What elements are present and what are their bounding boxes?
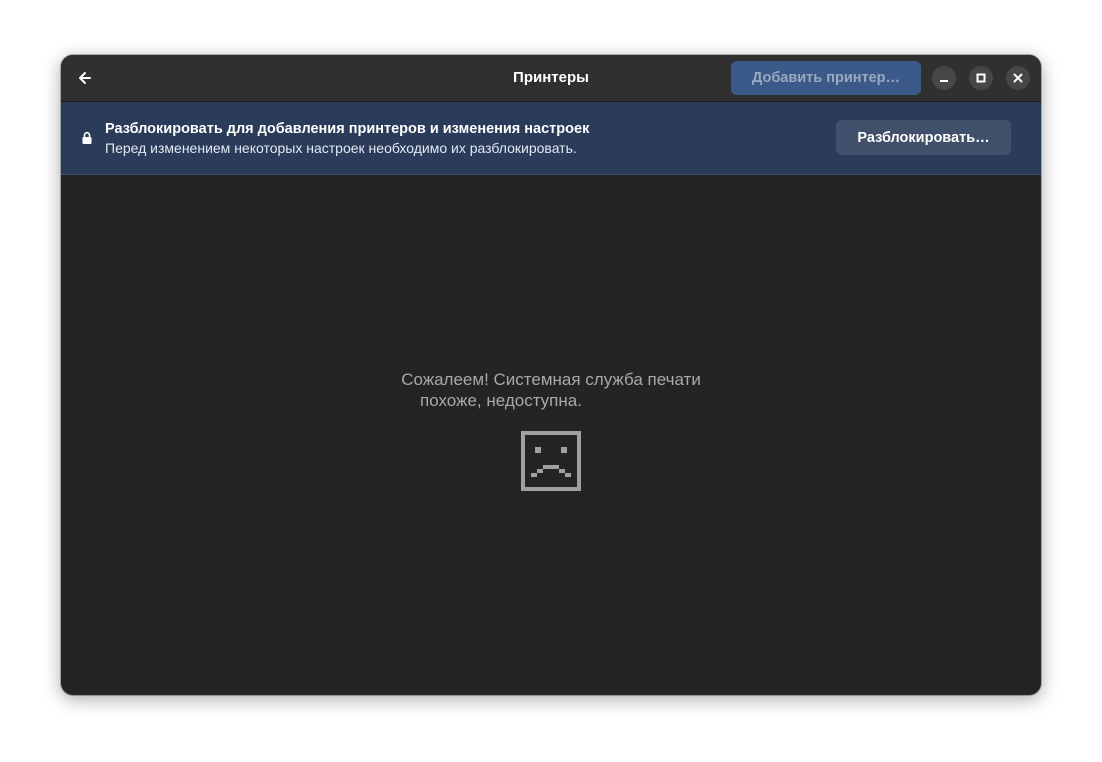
unlock-infobar: Разблокировать для добавления принтеров … — [61, 102, 1041, 175]
message-line-1: Сожалеем! Системная служба печати — [401, 370, 701, 389]
close-button[interactable] — [1006, 66, 1030, 90]
maximize-button[interactable] — [969, 66, 993, 90]
infobar-title: Разблокировать для добавления принтеров … — [105, 121, 590, 137]
maximize-icon — [976, 73, 986, 83]
minimize-button[interactable] — [932, 66, 956, 90]
add-printer-button[interactable]: Добавить принтер… — [731, 61, 921, 95]
infobar-subtitle: Перед изменением некоторых настроек необ… — [105, 140, 577, 156]
lock-icon — [82, 131, 92, 144]
close-icon — [1013, 73, 1023, 83]
printers-window: Принтеры Добавить принтер… Разблокироват… — [61, 55, 1041, 695]
service-unavailable-message: Сожалеем! Системная служба печати похоже… — [61, 369, 1041, 411]
message-line-2: похоже, недоступна. — [420, 391, 582, 410]
sad-face-icon — [521, 431, 581, 491]
header-bar: Принтеры Добавить принтер… — [61, 55, 1041, 102]
minimize-icon — [940, 80, 948, 82]
back-arrow-icon — [79, 72, 91, 84]
back-button[interactable] — [69, 62, 101, 94]
unlock-button[interactable]: Разблокировать… — [836, 120, 1011, 155]
